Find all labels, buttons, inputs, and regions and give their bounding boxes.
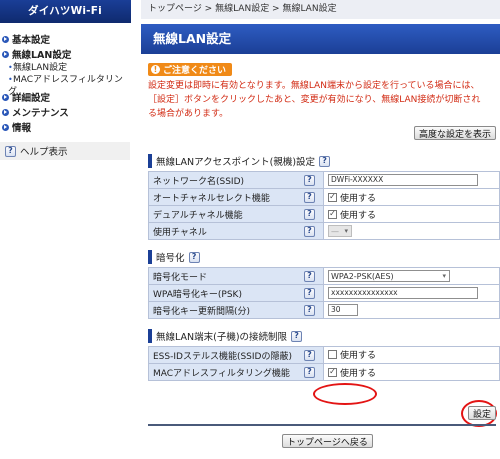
arrow-bullet-icon xyxy=(2,93,9,101)
help-icon[interactable]: ? xyxy=(188,251,200,263)
sidebar-item-label: メンテナンス xyxy=(12,108,69,119)
section-connection-restriction: 無線LAN端末(子機)の接続制限 ? ESS-IDステルス機能(SSIDの隠蔽)… xyxy=(148,329,500,381)
help-icon[interactable]: ? xyxy=(304,304,315,316)
help-icon[interactable]: ? xyxy=(304,174,315,186)
help-icon[interactable]: ? xyxy=(304,287,315,299)
stealth-checkbox[interactable] xyxy=(328,350,337,359)
table-row: ESS-IDステルス機能(SSIDの隠蔽)? 使用する xyxy=(148,346,500,364)
save-button[interactable]: 設定 xyxy=(468,406,497,420)
caution-badge: ! ご注意ください xyxy=(148,63,233,76)
help-icon: ? xyxy=(5,145,16,157)
field-label: オートチャネルセレクト機能 xyxy=(153,193,270,204)
sidebar-item-wireless[interactable]: 無線LAN設定 xyxy=(0,47,131,61)
section-title-text: 無線LANアクセスポイント(親機)設定 xyxy=(156,157,316,168)
sidebar-item-label: 詳細設定 xyxy=(12,93,51,104)
ssid-input[interactable]: DWFi-XXXXXX xyxy=(328,174,478,186)
dual-channel-checkbox[interactable]: ✓ xyxy=(328,209,337,219)
help-icon[interactable]: ? xyxy=(304,366,315,378)
field-label: デュアルチャネル機能 xyxy=(153,210,243,221)
help-icon[interactable]: ? xyxy=(304,208,315,220)
sidebar-item-maintenance[interactable]: メンテナンス xyxy=(0,105,131,119)
sidebar-subitem-wireless-settings[interactable]: •無線LAN設定 xyxy=(0,62,131,74)
divider xyxy=(148,424,496,426)
help-label: ヘルプ表示 xyxy=(20,147,68,158)
field-label: MACアドレスフィルタリング機能 xyxy=(153,368,290,379)
section-title-text: 暗号化 xyxy=(156,253,185,264)
sidebar-subitem-label: 無線LAN設定 xyxy=(13,63,68,73)
sidebar-item-info[interactable]: 情報 xyxy=(0,120,131,134)
help-icon[interactable]: ? xyxy=(304,349,315,361)
section-title-text: 無線LAN端末(子機)の接続制限 xyxy=(156,332,288,343)
table-row: オートチャネルセレクト機能? ✓ 使用する xyxy=(148,188,500,206)
table-row: MACアドレスフィルタリング機能? ✓ 使用する xyxy=(148,363,500,381)
arrow-bullet-icon xyxy=(2,50,9,58)
arrow-bullet-icon xyxy=(2,35,9,43)
chevron-down-icon: ▾ xyxy=(344,227,348,235)
sidebar-item-label: 情報 xyxy=(12,123,32,134)
encryption-table: 暗号化モード? WPA2-PSK(AES) ▾ WPA暗号化キー(PSK)? xx… xyxy=(148,267,500,319)
breadcrumb: トップページ > 無線LAN設定 > 無線LAN設定 xyxy=(141,0,500,19)
caution-label: ご注意ください xyxy=(163,66,227,76)
section-title: 無線LAN端末(子機)の接続制限 ? xyxy=(148,329,500,343)
sidebar-item-advanced[interactable]: 詳細設定 xyxy=(0,90,131,104)
sidebar: ダイハツWi-Fi 基本設定 無線LAN設定 •無線LAN設定 •MACアドレス… xyxy=(0,0,131,459)
warning-text: 設定変更は即時に有効となります。無線LAN端末から設定を行っている場合には、［設… xyxy=(148,81,481,119)
help-icon[interactable]: ? xyxy=(319,155,331,167)
field-label: ネットワーク名(SSID) xyxy=(153,176,245,187)
help-icon[interactable]: ? xyxy=(304,270,315,282)
sidebar-item-basic[interactable]: 基本設定 xyxy=(0,32,131,46)
section-access-point: 無線LANアクセスポイント(親機)設定 ? ネットワーク名(SSID)? DWF… xyxy=(148,154,500,240)
section-title: 無線LANアクセスポイント(親機)設定 ? xyxy=(148,154,500,168)
page-title: 無線LAN設定 xyxy=(141,24,500,54)
brand-title: ダイハツWi-Fi xyxy=(0,0,131,23)
table-row: 暗号化キー更新間隔(分)? 30 xyxy=(148,301,500,319)
help-icon[interactable]: ? xyxy=(304,191,315,203)
highlight-circle-mac-filter xyxy=(313,383,377,405)
mac-filter-checkbox[interactable]: ✓ xyxy=(328,367,337,377)
channel-select[interactable]: — ▾ xyxy=(328,225,352,237)
auto-channel-checkbox[interactable]: ✓ xyxy=(328,192,337,202)
select-value: WPA2-PSK(AES) xyxy=(331,271,394,281)
sidebar-menu: 基本設定 無線LAN設定 •無線LAN設定 •MACアドレスフィルタリング 詳細… xyxy=(0,23,131,134)
field-label: 暗号化キー更新間隔(分) xyxy=(153,306,251,317)
sidebar-item-label: 基本設定 xyxy=(12,35,51,46)
sidebar-subitem-mac-filter[interactable]: •MACアドレスフィルタリング xyxy=(0,74,131,97)
help-toggle[interactable]: ? ヘルプ表示 xyxy=(0,142,130,160)
arrow-bullet-icon xyxy=(2,123,9,131)
help-icon[interactable]: ? xyxy=(291,330,303,342)
field-label: 暗号化モード xyxy=(153,272,208,283)
field-label: WPA暗号化キー(PSK) xyxy=(153,289,242,300)
table-row: 暗号化モード? WPA2-PSK(AES) ▾ xyxy=(148,267,500,285)
table-row: デュアルチャネル機能? ✓ 使用する xyxy=(148,205,500,223)
psk-input[interactable]: xxxxxxxxxxxxxxx xyxy=(328,287,478,299)
restriction-table: ESS-IDステルス機能(SSIDの隠蔽)? 使用する MACアドレスフィルタリ… xyxy=(148,346,500,381)
access-point-table: ネットワーク名(SSID)? DWFi-XXXXXX オートチャネルセレクト機能… xyxy=(148,171,500,240)
field-label: ESS-IDステルス機能(SSIDの隠蔽) xyxy=(153,351,292,362)
section-title: 暗号化 ? xyxy=(148,250,500,264)
select-value: — xyxy=(331,226,339,236)
chevron-down-icon: ▾ xyxy=(442,272,446,280)
table-row: 使用チャネル? — ▾ xyxy=(148,222,500,240)
show-advanced-button[interactable]: 高度な設定を表示 xyxy=(413,126,496,140)
checkbox-label: 使用する xyxy=(340,368,377,379)
key-interval-input[interactable]: 30 xyxy=(328,304,358,316)
arrow-bullet-icon xyxy=(2,108,9,116)
exclamation-icon: ! xyxy=(151,65,160,74)
encryption-mode-select[interactable]: WPA2-PSK(AES) ▾ xyxy=(328,270,450,282)
help-icon[interactable]: ? xyxy=(304,225,315,237)
back-to-top-button[interactable]: トップページへ戻る xyxy=(282,434,373,448)
checkbox-label: 使用する xyxy=(340,210,377,221)
sidebar-item-label: 無線LAN設定 xyxy=(12,50,72,61)
table-row: ネットワーク名(SSID)? DWFi-XXXXXX xyxy=(148,171,500,189)
field-label: 使用チャネル xyxy=(153,227,207,238)
table-row: WPA暗号化キー(PSK)? xxxxxxxxxxxxxxx xyxy=(148,284,500,302)
section-encryption: 暗号化 ? 暗号化モード? WPA2-PSK(AES) ▾ WPA暗号化キー(PS… xyxy=(148,250,500,319)
checkbox-label: 使用する xyxy=(340,193,377,204)
checkbox-label: 使用する xyxy=(340,351,377,361)
